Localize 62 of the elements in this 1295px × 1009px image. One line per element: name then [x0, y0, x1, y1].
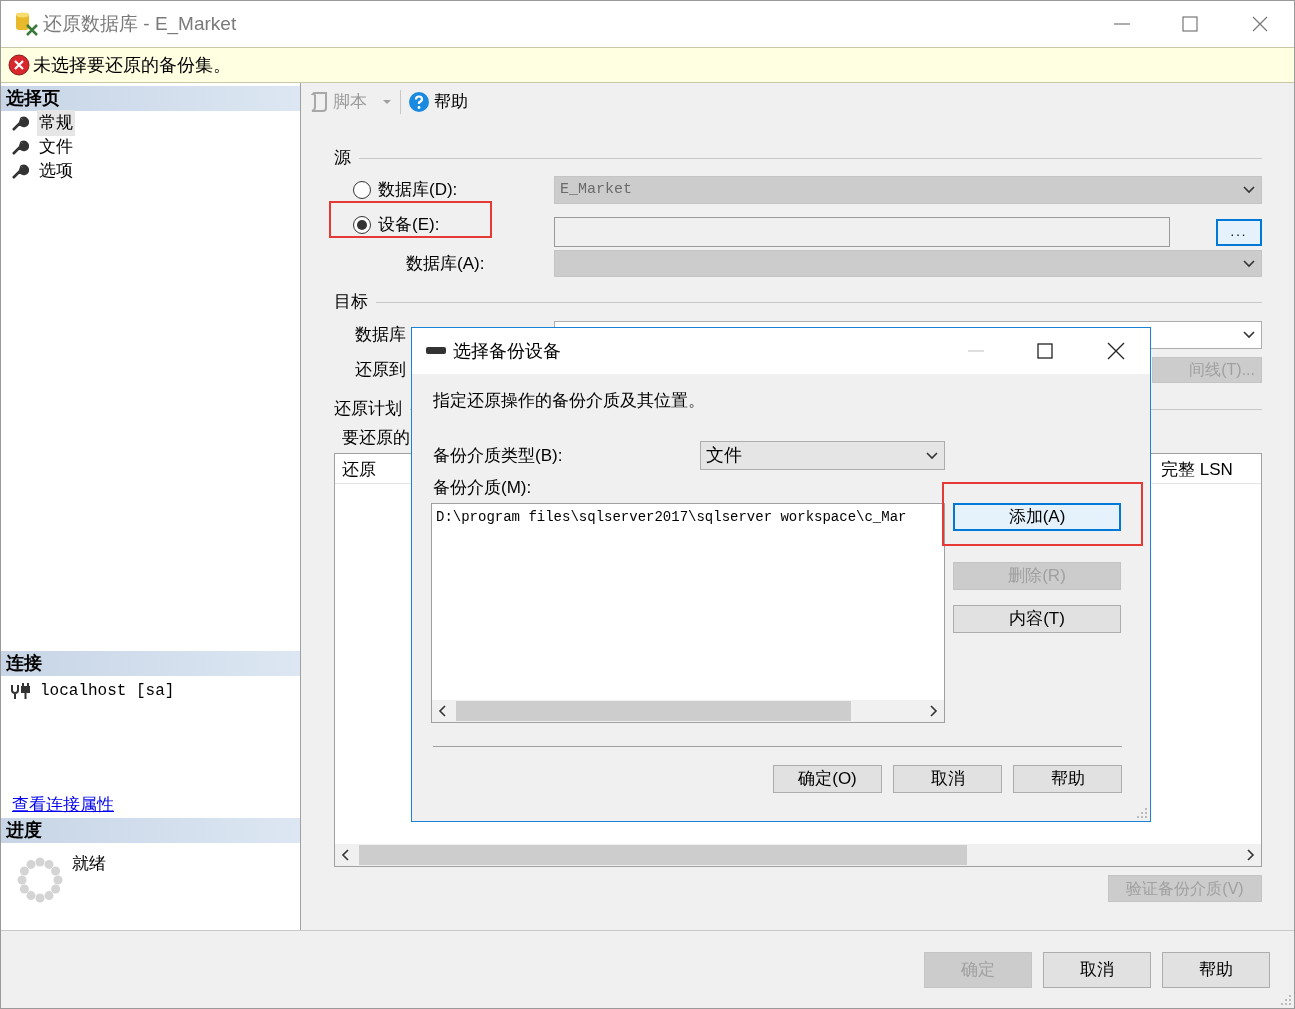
error-message: 未选择要还原的备份集。: [33, 53, 231, 77]
field-label: 备份介质(M):: [433, 477, 532, 500]
section-header: 连接: [1, 651, 300, 676]
field-label: 还原到: [355, 359, 406, 382]
drive-icon: [426, 346, 446, 356]
radio-label: 设备(E):: [378, 213, 440, 236]
dialog-description: 指定还原操作的备份介质及其位置。: [433, 390, 705, 413]
close-icon[interactable]: [1107, 342, 1125, 360]
radio-button[interactable]: [353, 181, 371, 199]
resize-grip-icon[interactable]: [1280, 994, 1292, 1006]
sidebar-item[interactable]: 文件: [37, 134, 75, 160]
section-title: 源: [334, 147, 351, 170]
plug-icon: [10, 682, 32, 700]
list-item[interactable]: D:\program files\sqlserver2017\sqlserver workspace\c_Mar: [436, 507, 944, 528]
connection-properties-link[interactable]: 查看连接属性: [12, 792, 114, 816]
horizontal-scrollbar[interactable]: [335, 844, 1261, 866]
dialog-title: 选择备份设备: [453, 339, 561, 363]
radio-button[interactable]: [353, 215, 371, 234]
dialog-button[interactable]: 帮助: [1162, 951, 1270, 988]
field-label: 备份介质类型(B):: [433, 445, 563, 465]
help-icon: [408, 91, 430, 113]
wrench-icon: [11, 162, 29, 180]
wrench-icon: [11, 138, 29, 156]
minimize-icon: [968, 350, 984, 352]
sidebar-item[interactable]: 常规: [37, 110, 75, 136]
dialog-button[interactable]: 确定(O): [773, 765, 882, 793]
horizontal-scrollbar[interactable]: [432, 700, 944, 722]
dialog-side-button[interactable]: 添加(A): [953, 503, 1121, 531]
section-title: 还原计划: [334, 398, 402, 421]
dialog-button[interactable]: 帮助: [1013, 765, 1122, 793]
sidebar-item[interactable]: 选项: [37, 158, 75, 184]
dropdown-caret-icon[interactable]: [382, 99, 392, 105]
maximize-icon[interactable]: [1037, 343, 1053, 359]
device-field[interactable]: [554, 217, 1170, 247]
section-header: 选择页: [1, 86, 300, 111]
column-header: 完整 LSN: [1161, 459, 1233, 481]
media-list[interactable]: D:\program files\sqlserver2017\sqlserver workspace\c_Mar: [431, 503, 945, 723]
section-header: 进度: [1, 818, 300, 843]
field-label: 数据库: [355, 325, 406, 345]
toolbar-button[interactable]: 帮助: [407, 88, 469, 116]
connection-name: localhost [sa]: [40, 681, 175, 702]
section-title: 目标: [334, 291, 368, 314]
scrollbar-thumb[interactable]: [359, 845, 967, 865]
browse-button[interactable]: ...: [1216, 218, 1262, 246]
maximize-icon[interactable]: [1182, 16, 1198, 32]
field-label: 数据库(A):: [406, 253, 485, 273]
scrollbar-thumb[interactable]: [456, 701, 851, 721]
resize-grip-icon[interactable]: [1136, 807, 1148, 819]
dialog-side-button[interactable]: 内容(T): [953, 605, 1121, 633]
media-type-dropdown[interactable]: 文件: [700, 441, 945, 470]
field-label: 要还原的: [342, 427, 410, 450]
progress-status: 就绪: [72, 853, 106, 875]
dialog-button[interactable]: 取消: [893, 765, 1002, 793]
window-title: 还原数据库 - E_Market: [43, 11, 237, 37]
spinner-icon: [17, 857, 63, 903]
error-icon: [8, 54, 30, 76]
radio-label: 数据库(D):: [378, 179, 458, 202]
wrench-icon: [11, 114, 29, 132]
column-header: 还原: [342, 459, 376, 481]
dialog-button[interactable]: 取消: [1043, 951, 1151, 988]
scroll-icon: [309, 91, 329, 113]
database-icon: [13, 11, 39, 37]
